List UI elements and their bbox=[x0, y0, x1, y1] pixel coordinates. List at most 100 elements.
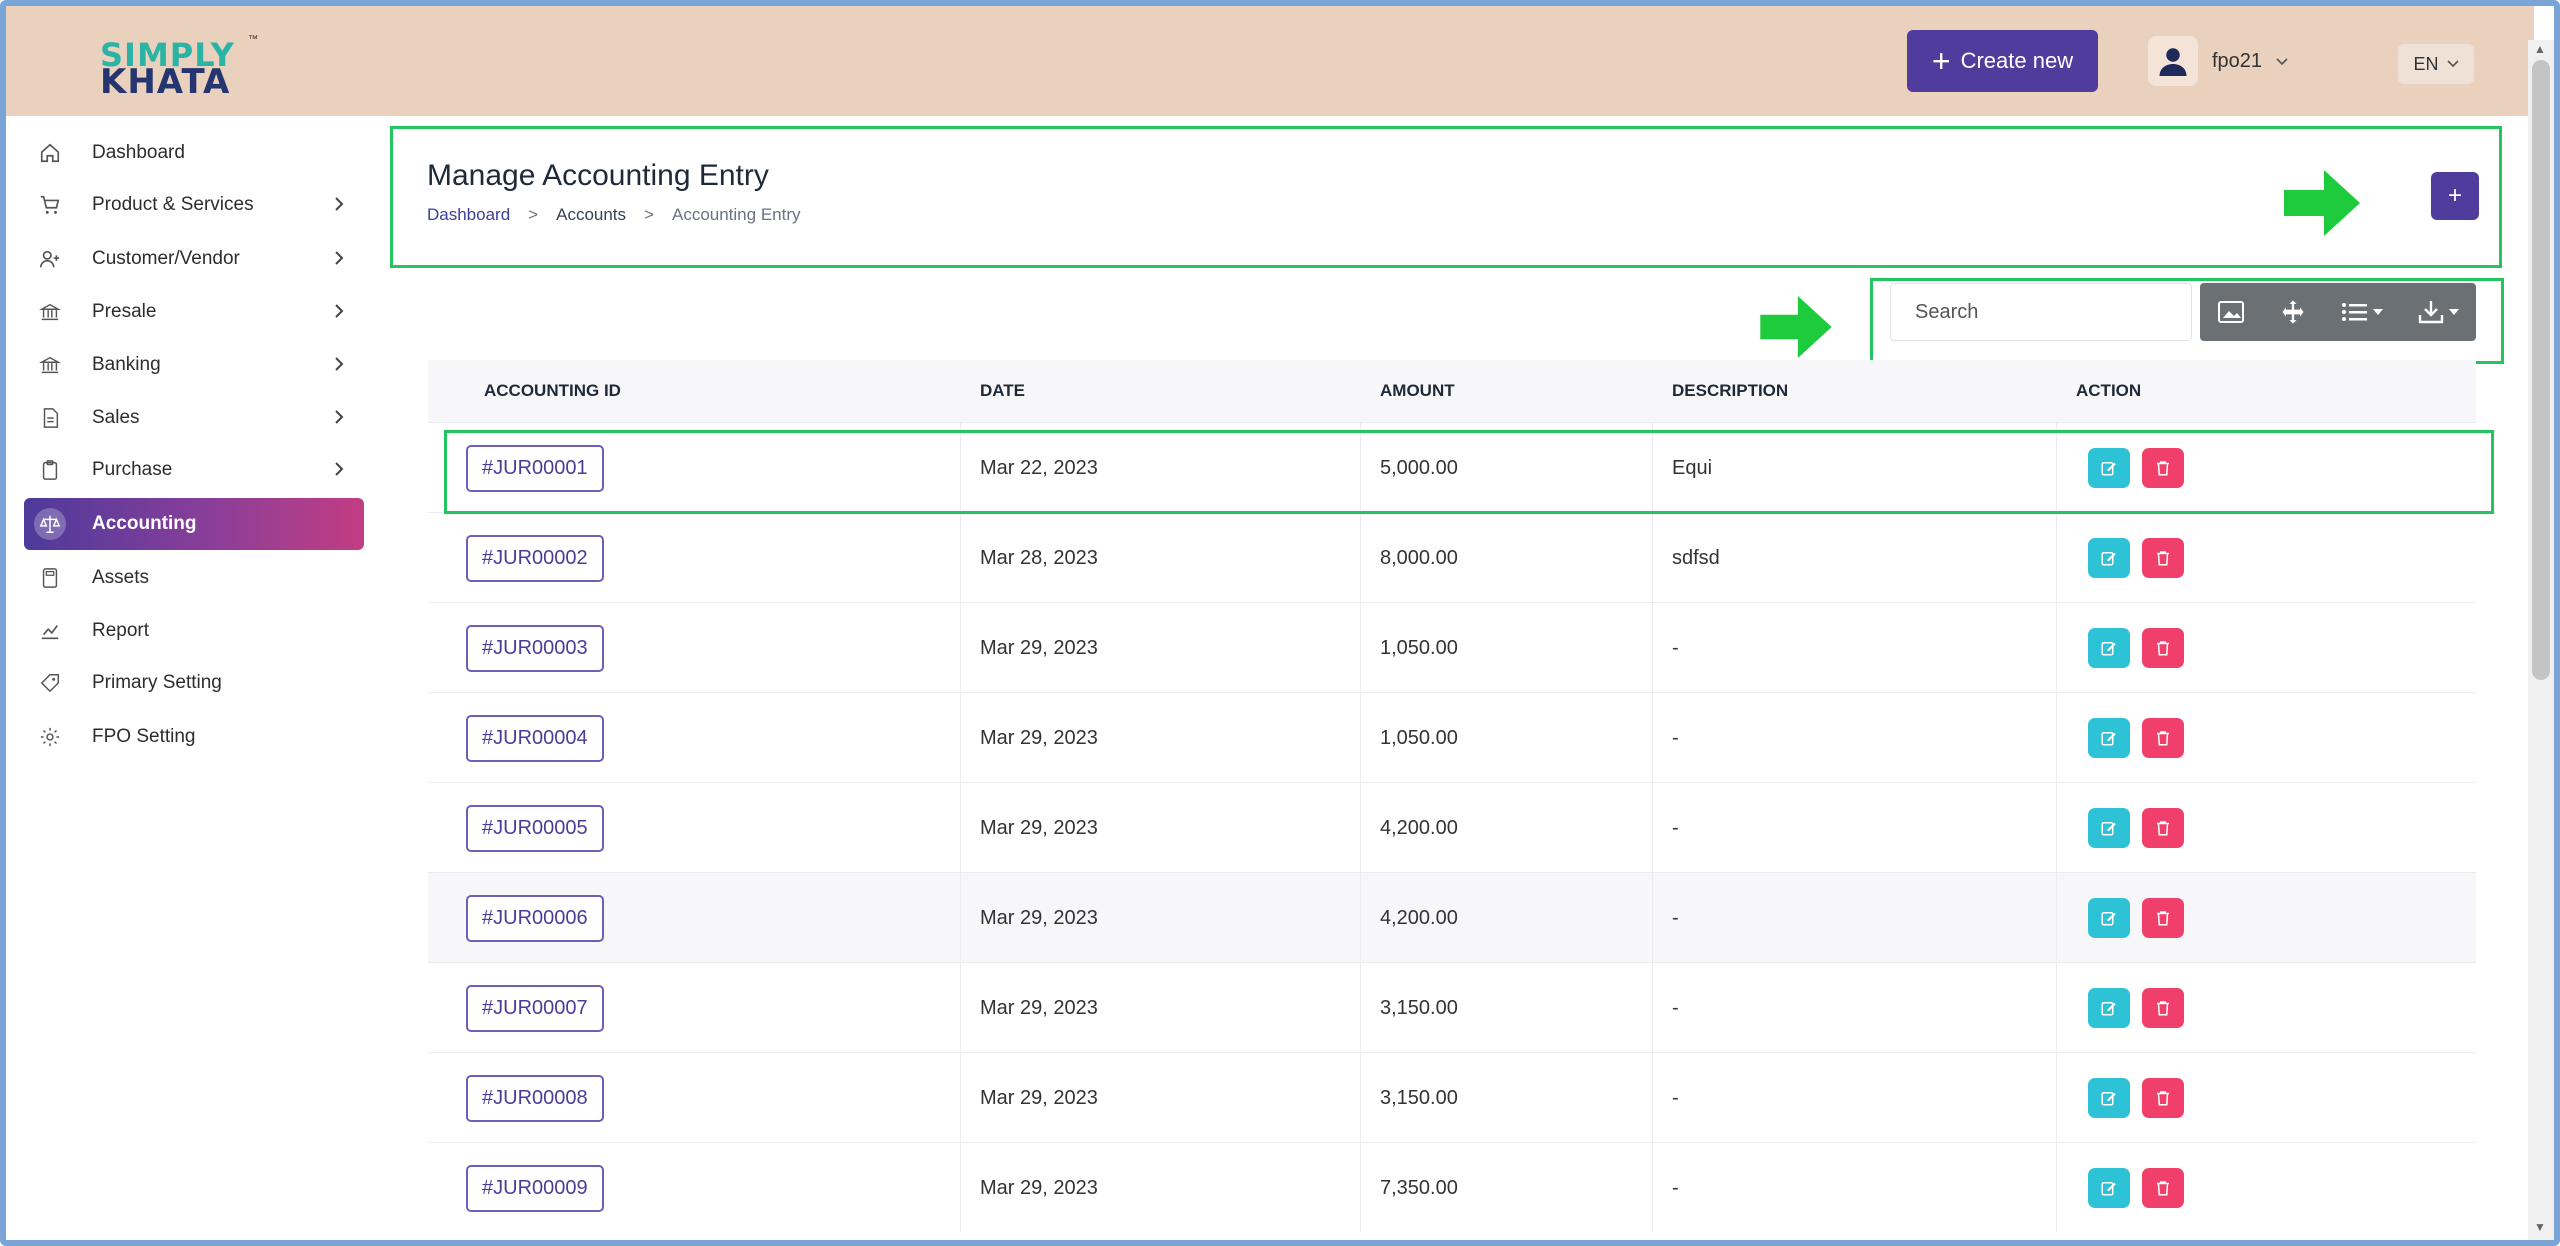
edit-icon[interactable] bbox=[2088, 898, 2130, 938]
cell-action bbox=[2088, 1053, 2184, 1143]
column-header-accounting-id[interactable]: ACCOUNTING ID bbox=[484, 381, 621, 401]
accounting-id-link[interactable]: #JUR00004 bbox=[466, 714, 604, 762]
cell-description: - bbox=[1672, 816, 1679, 839]
accounting-id-link[interactable]: #JUR00001 bbox=[466, 444, 604, 492]
trash-icon[interactable] bbox=[2142, 448, 2184, 488]
sidebar-item-banking[interactable]: Banking bbox=[24, 340, 364, 390]
bank-icon bbox=[34, 349, 66, 381]
accounting-id-link[interactable]: #JUR00009 bbox=[466, 1164, 604, 1212]
column-list-icon[interactable] bbox=[2341, 301, 2383, 323]
trash-icon[interactable] bbox=[2142, 718, 2184, 758]
accounting-id-link[interactable]: #JUR00005 bbox=[466, 804, 604, 852]
chevron-right-icon bbox=[334, 457, 344, 483]
sidebar-item-sales[interactable]: Sales bbox=[24, 393, 364, 443]
move-icon[interactable] bbox=[2279, 298, 2307, 326]
cell-date: Mar 29, 2023 bbox=[980, 996, 1098, 1019]
edit-icon[interactable] bbox=[2088, 1078, 2130, 1118]
accounting-id-link[interactable]: #JUR00007 bbox=[466, 984, 604, 1032]
table-row[interactable]: #JUR00008 Mar 29, 2023 3,150.00 - bbox=[428, 1052, 2476, 1142]
column-divider bbox=[1652, 1143, 1653, 1232]
trash-icon[interactable] bbox=[2142, 538, 2184, 578]
accounting-id-link[interactable]: #JUR00003 bbox=[466, 624, 604, 672]
clipboard-icon bbox=[34, 454, 66, 486]
accounting-id-link[interactable]: #JUR00006 bbox=[466, 894, 604, 942]
table-row[interactable]: #JUR00003 Mar 29, 2023 1,050.00 - bbox=[428, 602, 2476, 692]
accounting-id-link[interactable]: #JUR00008 bbox=[466, 1074, 604, 1122]
chevron-down-icon bbox=[2446, 60, 2459, 68]
cell-description: sdfsd bbox=[1672, 546, 1720, 569]
search-input[interactable]: Search bbox=[1890, 283, 2192, 341]
table-row[interactable]: #JUR00005 Mar 29, 2023 4,200.00 - bbox=[428, 782, 2476, 872]
scroll-up-icon[interactable]: ▲ bbox=[2534, 42, 2546, 56]
cell-amount: 4,200.00 bbox=[1380, 816, 1458, 839]
trash-icon[interactable] bbox=[2142, 808, 2184, 848]
fullscreen-image-icon[interactable] bbox=[2217, 300, 2245, 324]
cell-date: Mar 28, 2023 bbox=[980, 546, 1098, 569]
trash-icon[interactable] bbox=[2142, 628, 2184, 668]
column-divider bbox=[1360, 423, 1361, 512]
cell-description: - bbox=[1672, 726, 1679, 749]
breadcrumb-dashboard[interactable]: Dashboard bbox=[427, 205, 510, 225]
table-row[interactable]: #JUR00002 Mar 28, 2023 8,000.00 sdfsd bbox=[428, 512, 2476, 602]
breadcrumb-accounts[interactable]: Accounts bbox=[556, 205, 626, 225]
user-add-icon bbox=[34, 243, 66, 275]
column-header-date[interactable]: DATE bbox=[980, 381, 1025, 401]
sidebar-item-fpo-setting[interactable]: FPO Setting bbox=[24, 712, 364, 762]
column-divider bbox=[1360, 963, 1361, 1052]
tag-icon bbox=[34, 667, 66, 699]
sidebar-item-presale[interactable]: Presale bbox=[24, 287, 364, 337]
sidebar-item-customer-vendor[interactable]: Customer/Vendor bbox=[24, 234, 364, 284]
scroll-down-icon[interactable]: ▼ bbox=[2534, 1220, 2546, 1234]
sidebar-item-assets[interactable]: Assets bbox=[24, 553, 364, 603]
edit-icon[interactable] bbox=[2088, 718, 2130, 758]
sidebar-item-purchase[interactable]: Purchase bbox=[24, 445, 364, 495]
table-row[interactable]: #JUR00007 Mar 29, 2023 3,150.00 - bbox=[428, 962, 2476, 1052]
sidebar-item-product-services[interactable]: Product & Services bbox=[24, 180, 364, 230]
column-divider bbox=[960, 423, 961, 512]
accounting-id-link[interactable]: #JUR00002 bbox=[466, 534, 604, 582]
edit-icon[interactable] bbox=[2088, 988, 2130, 1028]
trash-icon[interactable] bbox=[2142, 988, 2184, 1028]
add-entry-button[interactable]: + bbox=[2431, 172, 2479, 220]
edit-icon[interactable] bbox=[2088, 538, 2130, 578]
create-new-button[interactable]: + Create new bbox=[1907, 30, 2098, 92]
table-row[interactable]: #JUR00006 Mar 29, 2023 4,200.00 - bbox=[428, 872, 2476, 962]
create-new-label: Create new bbox=[1960, 48, 2074, 73]
table-header: ACCOUNTING ID DATE AMOUNT DESCRIPTION AC… bbox=[428, 360, 2476, 422]
breadcrumb-separator: > bbox=[528, 205, 539, 224]
table-row[interactable]: #JUR00009 Mar 29, 2023 7,350.00 - bbox=[428, 1142, 2476, 1232]
edit-icon[interactable] bbox=[2088, 808, 2130, 848]
trash-icon[interactable] bbox=[2142, 1168, 2184, 1208]
language-label: EN bbox=[2413, 53, 2439, 74]
simply-khata-logo[interactable]: SIMPLY KHATA ™ bbox=[98, 34, 268, 102]
sidebar-item-dashboard[interactable]: Dashboard bbox=[24, 128, 364, 178]
column-divider bbox=[2056, 873, 2057, 962]
scale-icon bbox=[34, 508, 66, 540]
language-selector[interactable]: EN bbox=[2398, 44, 2474, 84]
column-header-amount[interactable]: AMOUNT bbox=[1380, 381, 1455, 401]
cell-date: Mar 29, 2023 bbox=[980, 816, 1098, 839]
column-header-description[interactable]: DESCRIPTION bbox=[1672, 381, 1788, 401]
edit-icon[interactable] bbox=[2088, 628, 2130, 668]
column-divider bbox=[1652, 603, 1653, 692]
page-scrollbar[interactable]: ▲ ▼ bbox=[2528, 40, 2554, 1240]
edit-icon[interactable] bbox=[2088, 448, 2130, 488]
user-menu[interactable]: fpo21 bbox=[2148, 36, 2288, 86]
trash-icon[interactable] bbox=[2142, 1078, 2184, 1118]
sidebar-item-report[interactable]: Report bbox=[24, 606, 364, 656]
scroll-thumb[interactable] bbox=[2532, 60, 2550, 680]
table-row[interactable]: #JUR00004 Mar 29, 2023 1,050.00 - bbox=[428, 692, 2476, 782]
page-header-card: Manage Accounting Entry Dashboard > Acco… bbox=[390, 126, 2502, 268]
table-row[interactable]: #JUR00001 Mar 22, 2023 5,000.00 Equi bbox=[428, 422, 2476, 512]
cell-description: - bbox=[1672, 1086, 1679, 1109]
trash-icon[interactable] bbox=[2142, 898, 2184, 938]
edit-icon[interactable] bbox=[2088, 1168, 2130, 1208]
sidebar-item-primary-setting[interactable]: Primary Setting bbox=[24, 658, 364, 708]
column-divider bbox=[960, 963, 961, 1052]
sidebar-item-accounting[interactable]: Accounting bbox=[24, 498, 364, 550]
chevron-right-icon bbox=[334, 299, 344, 325]
gear-icon bbox=[34, 721, 66, 753]
download-icon[interactable] bbox=[2417, 299, 2459, 325]
sidebar-item-label: FPO Setting bbox=[92, 726, 196, 747]
cell-amount: 8,000.00 bbox=[1380, 546, 1458, 569]
